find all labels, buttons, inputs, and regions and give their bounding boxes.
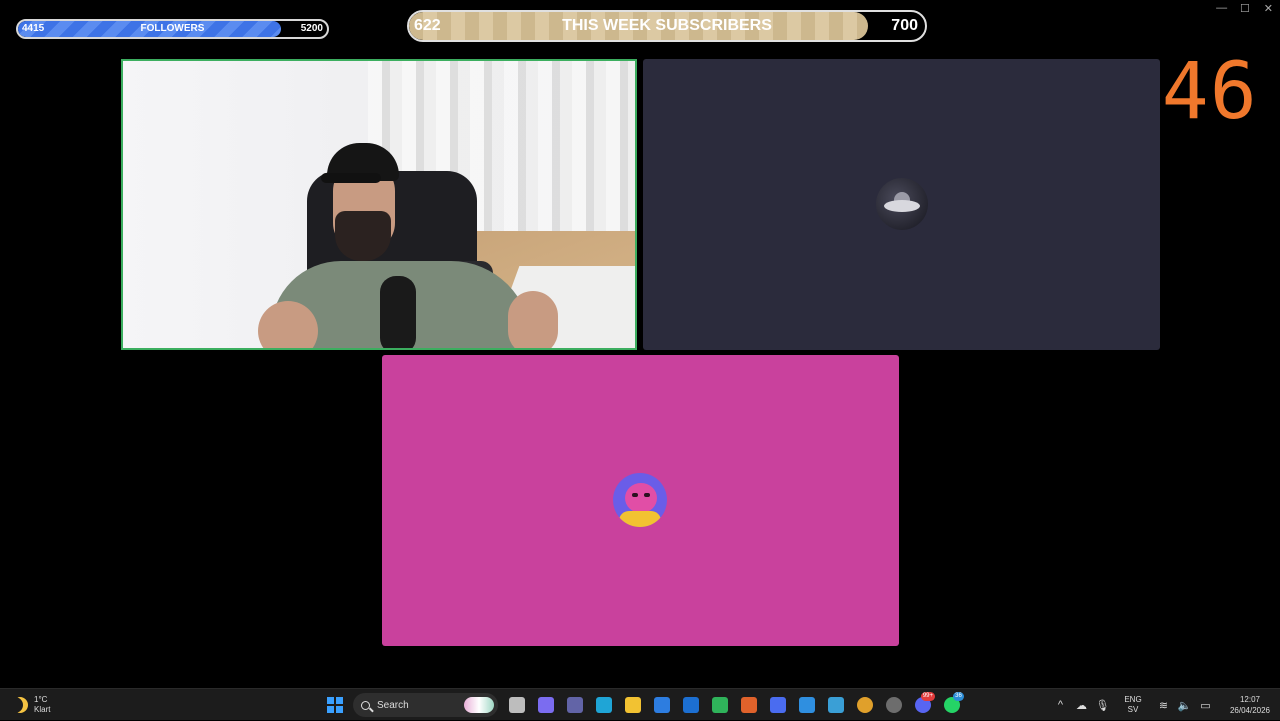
remote-desktop-icon — [827, 697, 844, 713]
taskbar-app-outlook[interactable] — [676, 692, 705, 718]
avatar-shirt — [619, 511, 661, 527]
taskbar-app-file-explorer[interactable] — [618, 692, 647, 718]
avatar-eye-left — [632, 493, 638, 497]
taskbar-app-discord[interactable]: 99+ — [908, 692, 937, 718]
photos-icon — [798, 697, 815, 713]
whatsapp-notification-badge: 36 — [953, 692, 964, 701]
show-hidden-icons-chevron[interactable]: ^ — [1050, 689, 1071, 721]
cartoon-avatar-icon — [613, 473, 667, 527]
streamer-arm-right — [508, 291, 558, 348]
taskbar-app-photos[interactable] — [792, 692, 821, 718]
taskbar-apps: Search 99+ 36 — [320, 692, 966, 718]
language-indicator[interactable]: ENG SV — [1119, 695, 1147, 715]
battery-icon[interactable]: ▭ — [1195, 689, 1216, 721]
language-top: ENG — [1124, 695, 1142, 704]
followers-goal: 5200 — [300, 23, 323, 34]
taskbar: 1°C Klart Search 99+ 36 ^ ☁ 🎙 ENG SV ≋ 🔈 … — [0, 688, 1280, 720]
taskbar-app-edge[interactable] — [589, 692, 618, 718]
pinned-apps: 99+ 36 — [502, 692, 966, 718]
outlook-icon — [682, 697, 699, 713]
taskbar-app-app-hex[interactable] — [763, 692, 792, 718]
language-bottom: SV — [1127, 705, 1139, 714]
taskbar-app-whatsapp[interactable]: 36 — [937, 692, 966, 718]
followers-current: 4415 — [22, 23, 45, 34]
wifi-icon[interactable]: ≋ — [1153, 689, 1174, 721]
discord-notification-badge: 99+ — [920, 692, 935, 701]
ufo-avatar-icon — [876, 178, 928, 230]
avatar-face — [625, 483, 657, 513]
taskbar-app-copilot[interactable] — [531, 692, 560, 718]
task-view-icon — [508, 697, 525, 713]
microphone — [380, 276, 416, 348]
clock[interactable]: 12:07 26/04/2026 — [1220, 694, 1280, 716]
app-hex-icon — [769, 697, 786, 713]
m365-icon — [740, 697, 757, 713]
subscribers-current: 622 — [414, 17, 441, 34]
ufo-saucer — [884, 200, 920, 212]
followers-goal-bar: FOLLOWERS 4415 5200 — [16, 19, 329, 39]
chrome-icon — [856, 697, 873, 713]
clock-time: 12:07 — [1239, 695, 1261, 704]
taskbar-app-store[interactable] — [647, 692, 676, 718]
subscribers-goal: 700 — [891, 17, 918, 34]
clock-date: 26/04/2026 — [1229, 706, 1271, 715]
streamer-cap-brim — [321, 173, 381, 183]
taskbar-app-obs[interactable] — [879, 692, 908, 718]
taskbar-app-m365[interactable] — [734, 692, 763, 718]
weather-text: 1°C Klart — [34, 695, 50, 715]
weather-condition: Klart — [34, 705, 51, 714]
search-placeholder: Search — [377, 699, 409, 711]
subscribers-label: THIS WEEK SUBSCRIBERS — [562, 17, 772, 34]
taskbar-app-remote-desktop[interactable] — [821, 692, 850, 718]
taskbar-app-vpn[interactable] — [705, 692, 734, 718]
streamer-beard — [335, 211, 391, 261]
copilot-icon — [537, 697, 554, 713]
taskbar-search[interactable]: Search — [353, 693, 498, 717]
weather-temp: 1°C — [34, 695, 48, 704]
windows-logo-icon — [326, 697, 343, 713]
volume-icon[interactable]: 🔈 — [1174, 689, 1195, 721]
followers-label: FOLLOWERS — [140, 23, 205, 34]
start-button[interactable] — [320, 692, 349, 718]
moon-icon — [12, 697, 28, 713]
file-explorer-icon — [624, 697, 641, 713]
teams-icon — [566, 697, 583, 713]
participant-tile-dark[interactable] — [643, 59, 1160, 350]
edge-icon — [595, 697, 612, 713]
maximize-button[interactable]: ☐ — [1236, 2, 1254, 15]
taskbar-app-task-view[interactable] — [502, 692, 531, 718]
system-tray: ^ ☁ 🎙 ENG SV ≋ 🔈 ▭ 12:07 26/04/2026 — [1050, 689, 1280, 721]
search-icon — [361, 700, 370, 710]
taskbar-app-chrome[interactable] — [850, 692, 879, 718]
close-button[interactable]: ✕ — [1259, 2, 1277, 15]
microphone-icon[interactable]: 🎙 — [1092, 689, 1113, 721]
avatar-eye-right — [644, 493, 650, 497]
window-controls: — ☐ ✕ — [1210, 0, 1280, 16]
search-highlight-icon — [464, 697, 494, 713]
webcam-tile — [121, 59, 637, 350]
vpn-icon — [711, 697, 728, 713]
obs-icon — [885, 697, 902, 713]
minimize-button[interactable]: — — [1213, 2, 1231, 14]
taskbar-app-teams[interactable] — [560, 692, 589, 718]
subscribers-goal-bar: THIS WEEK SUBSCRIBERS 622 700 — [407, 10, 927, 42]
store-icon — [653, 697, 670, 713]
weather-widget[interactable]: 1°C Klart — [12, 693, 50, 717]
participant-tile-pink[interactable] — [382, 355, 899, 646]
cloud-icon[interactable]: ☁ — [1071, 689, 1092, 721]
